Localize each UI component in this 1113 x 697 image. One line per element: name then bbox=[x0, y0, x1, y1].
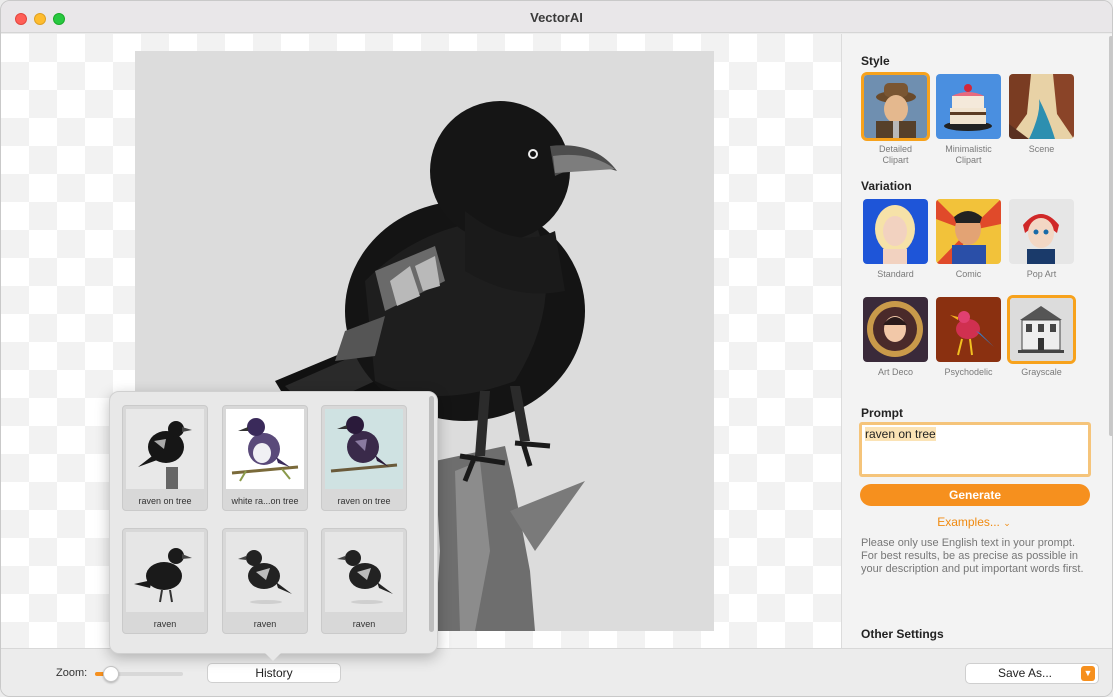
variation-pop-art-label: Pop Art bbox=[1026, 269, 1057, 279]
variation-psychodelic-label: Psychodelic bbox=[944, 367, 993, 377]
prompt-help-text: Please only use English text in your pro… bbox=[861, 537, 1084, 575]
history-caption: raven on tree bbox=[138, 496, 192, 506]
variation-comic[interactable]: Comic bbox=[934, 197, 1003, 280]
style-detailed-clipart[interactable]: Detailed Clipart bbox=[861, 72, 930, 166]
settings-sidebar: Style Detailed Clipart Minimalistic Clip… bbox=[841, 34, 1112, 648]
history-item[interactable]: raven bbox=[321, 528, 407, 634]
history-popover: raven on tree white ra...on tree raven o… bbox=[109, 391, 438, 654]
save-as-label: Save As... bbox=[997, 666, 1053, 680]
other-settings-title[interactable]: Other Settings bbox=[861, 627, 944, 641]
title-bar: VectorAI bbox=[1, 1, 1112, 33]
chevron-down-icon: ⌄ bbox=[1003, 518, 1011, 528]
art-deco-thumbnail bbox=[861, 295, 930, 364]
zoom-label: Zoom: bbox=[56, 667, 88, 679]
chevron-down-icon[interactable]: ▼ bbox=[1081, 666, 1095, 681]
variation-standard[interactable]: Standard bbox=[861, 197, 930, 280]
history-thumbnail bbox=[126, 409, 204, 489]
history-caption: raven bbox=[253, 619, 277, 629]
zoom-slider-knob[interactable] bbox=[103, 666, 119, 682]
variation-comic-label: Comic bbox=[955, 269, 982, 279]
style-scene-label: Scene bbox=[1028, 144, 1055, 154]
style-scene[interactable]: Scene bbox=[1007, 72, 1076, 155]
history-thumbnail bbox=[226, 409, 304, 489]
history-item[interactable]: white ra...on tree bbox=[222, 405, 308, 511]
history-item[interactable]: raven on tree bbox=[122, 405, 208, 511]
history-thumbnail bbox=[126, 532, 204, 612]
pop-art-thumbnail bbox=[1007, 197, 1076, 266]
variation-art-deco-label: Art Deco bbox=[877, 367, 913, 377]
app-window: VectorAI Style Detailed Clipart Minimali… bbox=[0, 0, 1113, 697]
examples-dropdown[interactable]: Examples... ⌄ bbox=[842, 515, 1106, 529]
variation-grayscale-label: Grayscale bbox=[1021, 367, 1062, 377]
variation-section-title: Variation bbox=[861, 179, 912, 193]
prompt-text: raven on tree bbox=[865, 427, 936, 441]
sidebar-scrollbar[interactable] bbox=[1108, 34, 1112, 648]
standard-thumbnail bbox=[861, 197, 930, 266]
generate-button[interactable]: Generate bbox=[860, 484, 1090, 506]
history-item[interactable]: raven bbox=[222, 528, 308, 634]
history-caption: raven bbox=[352, 619, 376, 629]
detailed-clipart-thumbnail bbox=[861, 72, 930, 141]
history-item[interactable]: raven on tree bbox=[321, 405, 407, 511]
variation-art-deco[interactable]: Art Deco bbox=[861, 295, 930, 378]
history-scrollbar[interactable] bbox=[429, 396, 434, 632]
window-title: VectorAI bbox=[530, 10, 583, 25]
history-caption: raven bbox=[153, 619, 177, 629]
history-thumbnail bbox=[325, 532, 403, 612]
variation-pop-art[interactable]: Pop Art bbox=[1007, 197, 1076, 280]
grayscale-thumbnail bbox=[1007, 295, 1076, 364]
minimalistic-clipart-thumbnail bbox=[934, 72, 1003, 141]
examples-label: Examples... bbox=[937, 515, 1000, 529]
bottom-toolbar: Zoom: History Save As... ▼ bbox=[1, 648, 1112, 696]
style-detailed-clipart-label: Detailed Clipart bbox=[878, 144, 913, 165]
variation-standard-label: Standard bbox=[877, 269, 914, 279]
scene-thumbnail bbox=[1007, 72, 1076, 141]
history-button[interactable]: History bbox=[207, 663, 341, 683]
history-caption: raven on tree bbox=[337, 496, 391, 506]
style-minimalistic-clipart[interactable]: Minimalistic Clipart bbox=[934, 72, 1003, 166]
history-caption: white ra...on tree bbox=[231, 496, 299, 506]
history-item[interactable]: raven bbox=[122, 528, 208, 634]
history-thumbnail bbox=[226, 532, 304, 612]
style-minimalistic-clipart-label: Minimalistic Clipart bbox=[945, 144, 992, 165]
variation-grayscale[interactable]: Grayscale bbox=[1007, 295, 1076, 378]
comic-thumbnail bbox=[934, 197, 1003, 266]
history-thumbnail bbox=[325, 409, 403, 489]
save-as-button[interactable]: Save As... ▼ bbox=[965, 663, 1099, 684]
prompt-input[interactable]: raven on tree bbox=[859, 422, 1091, 477]
variation-psychodelic[interactable]: Psychodelic bbox=[934, 295, 1003, 378]
style-section-title: Style bbox=[861, 54, 890, 68]
prompt-section-title: Prompt bbox=[861, 406, 903, 420]
psychodelic-thumbnail bbox=[934, 295, 1003, 364]
popover-arrow bbox=[265, 653, 281, 661]
sidebar-scroll-thumb[interactable] bbox=[1109, 36, 1112, 436]
